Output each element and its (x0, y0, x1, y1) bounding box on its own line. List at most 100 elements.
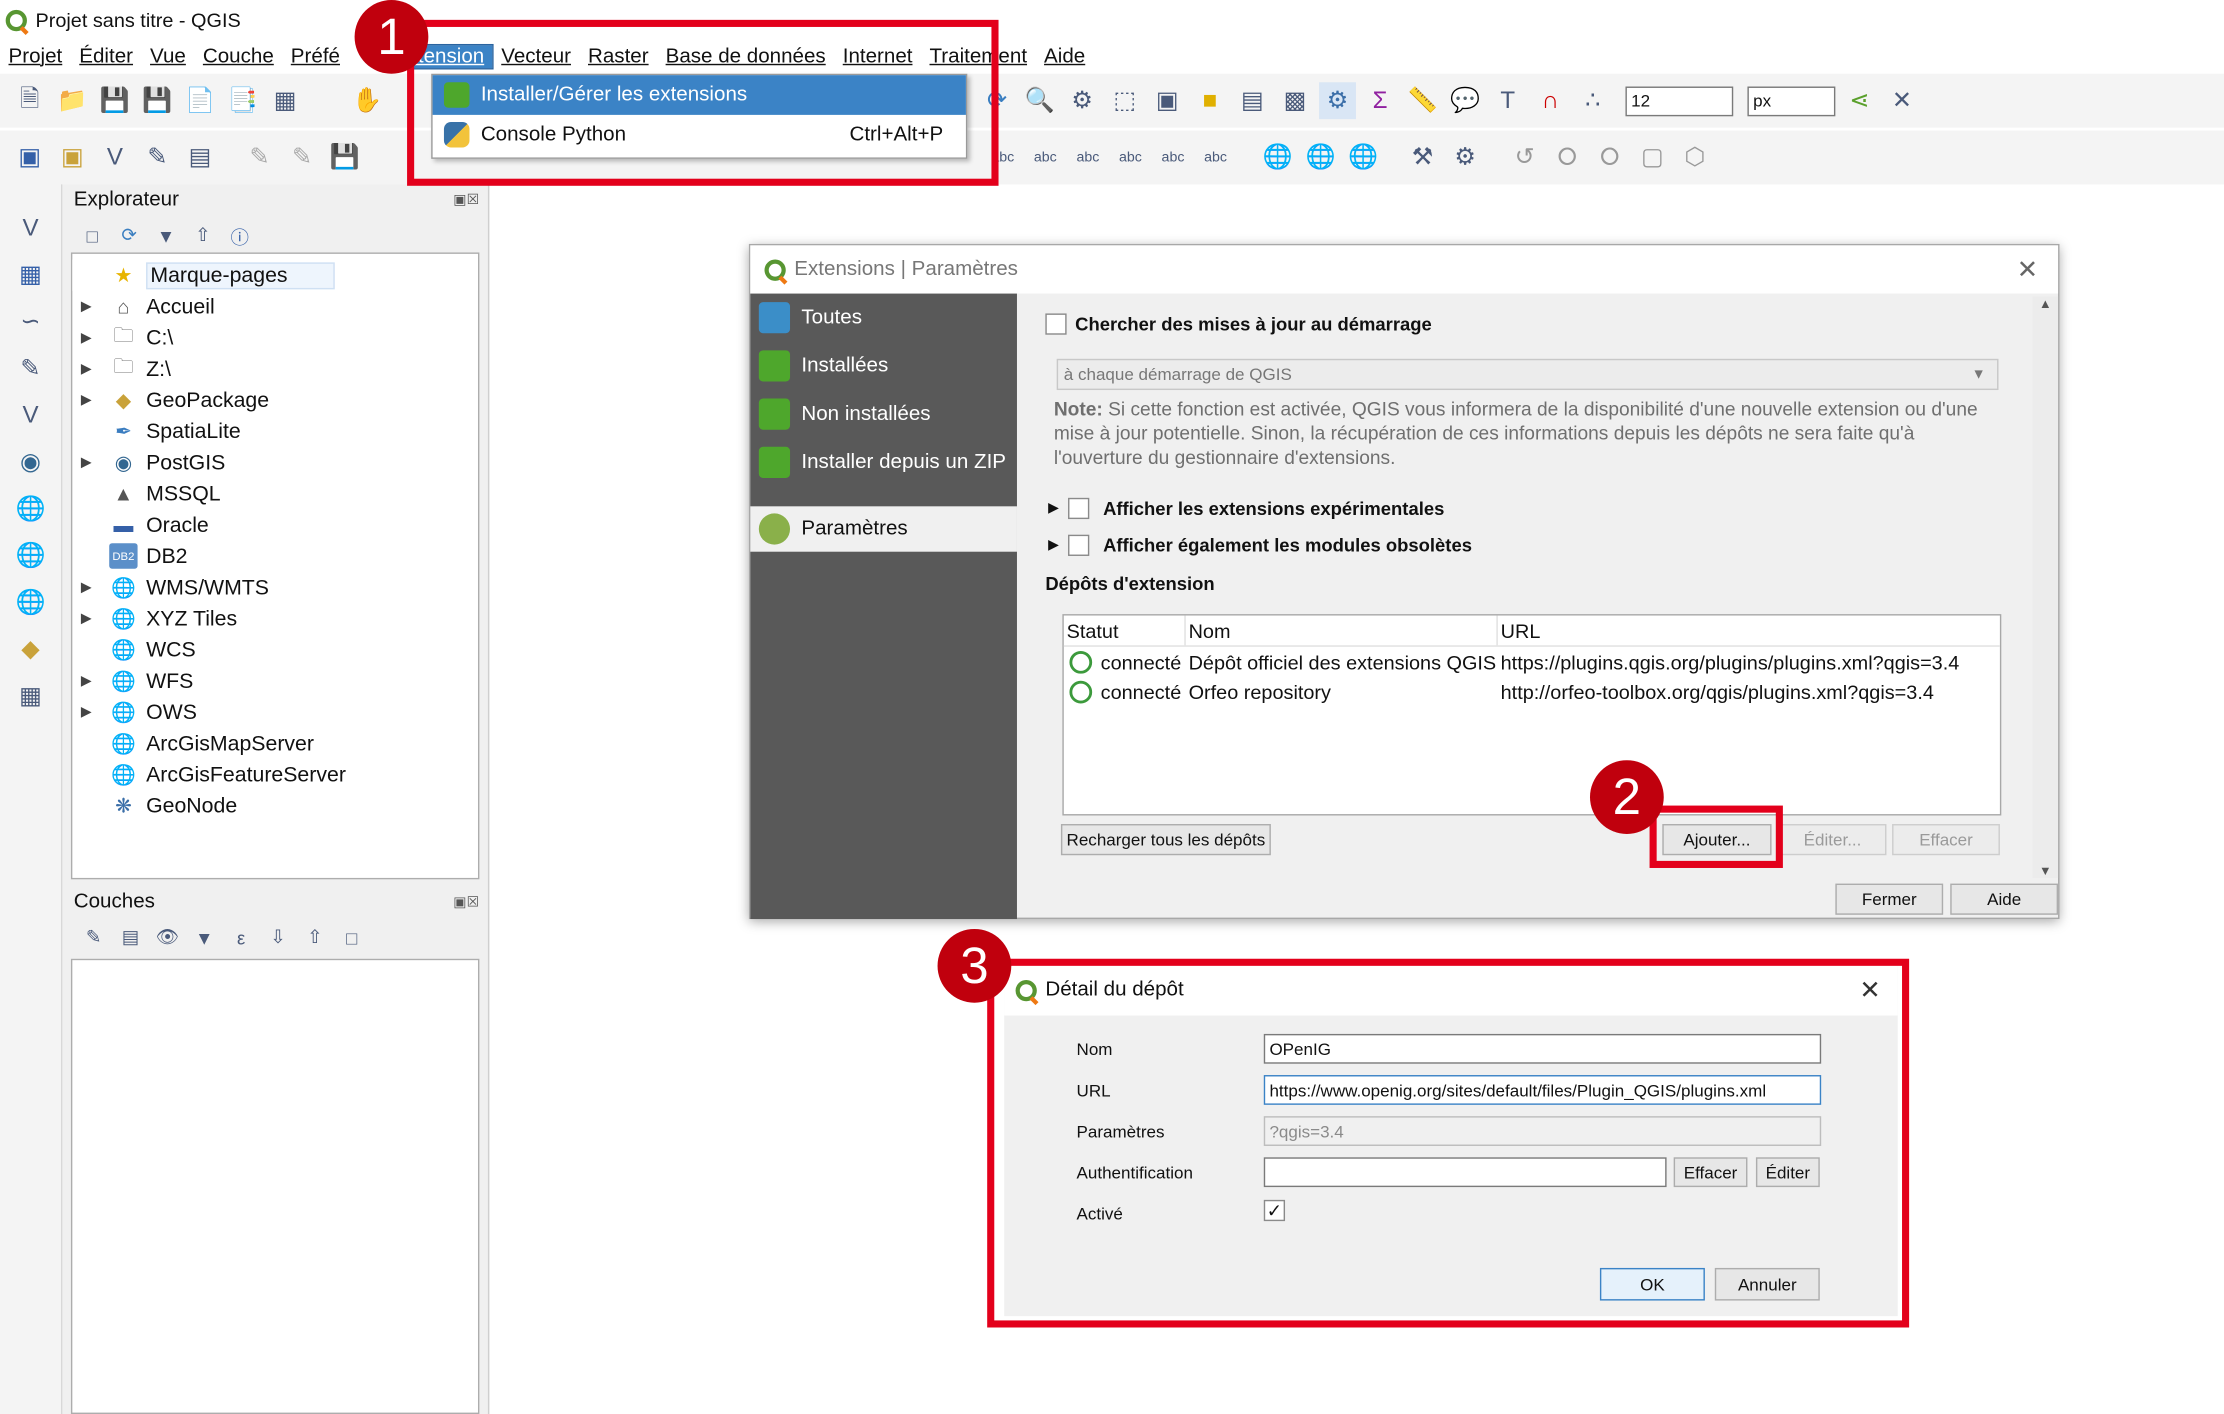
menu-preferences[interactable]: Préfé (282, 45, 348, 68)
sidebar-item-settings[interactable]: Paramètres (750, 506, 1017, 552)
expand-arrow-icon[interactable]: ▶ (81, 392, 101, 408)
expand-arrow-icon[interactable]: ▶ (81, 611, 101, 627)
identify-icon[interactable]: 🔍 (1021, 82, 1058, 119)
label-rotate-icon[interactable]: abc (1155, 139, 1192, 176)
new-layout-icon[interactable]: 📄 (182, 82, 219, 119)
new-vector-icon[interactable]: V (12, 210, 49, 247)
expand-all-icon[interactable]: ⇩ (264, 925, 292, 951)
label-change-icon[interactable]: abc (1197, 139, 1234, 176)
open-project-icon[interactable]: 📁 (54, 82, 91, 119)
add-group-icon[interactable]: ▤ (116, 925, 144, 951)
gpkg-side-icon[interactable]: ◆ (12, 631, 49, 668)
filter-icon[interactable]: ▼ (153, 223, 179, 249)
menu-couche[interactable]: Couche (194, 45, 282, 68)
visibility-icon[interactable]: 👁 (153, 925, 181, 951)
field-calc-icon[interactable]: ▩ (1277, 82, 1314, 119)
expand-arrow-icon[interactable]: ▶ (81, 455, 101, 471)
zoom-select-icon[interactable]: ⚙ (1064, 82, 1101, 119)
tree-item[interactable]: DB2 DB2 (72, 540, 478, 571)
snap-icon[interactable]: ⋖ (1841, 82, 1878, 119)
wfs-side-icon[interactable]: 🌐 (12, 584, 49, 621)
pan-icon[interactable]: ✋ (349, 82, 386, 119)
tree-item[interactable]: ▶ 🗀 Z:\ (72, 353, 478, 384)
expand-arrow-icon[interactable]: ▶ (81, 330, 101, 346)
expand-arrow-icon[interactable]: ▶ (81, 361, 101, 377)
close-button[interactable]: Fermer (1835, 883, 1944, 915)
magnet-icon[interactable]: ∩ (1532, 82, 1569, 119)
add-virtual-icon[interactable]: ✎ (139, 139, 176, 176)
layout-manager-icon[interactable]: 📑 (224, 82, 261, 119)
tree-item[interactable]: ▶ 🌐 WFS (72, 665, 478, 696)
expand-arrow-icon[interactable]: ▶ (1048, 538, 1059, 554)
collapse-icon[interactable]: ⇧ (190, 223, 216, 249)
info-icon[interactable]: ⓘ (227, 223, 253, 249)
select-location-icon[interactable]: ■ (1191, 82, 1228, 119)
menu-vue[interactable]: Vue (142, 45, 195, 68)
measure-icon[interactable]: 📏 (1404, 82, 1441, 119)
postgis-side-icon[interactable]: ◉ (12, 444, 49, 481)
font-size-spinbox[interactable]: 12 (1625, 85, 1734, 116)
new-raster-icon[interactable]: ▦ (12, 257, 49, 294)
sidebar-item-install-zip[interactable]: Installer depuis un ZIP (750, 438, 1017, 486)
expand-arrow-icon[interactable]: ▶ (81, 673, 101, 689)
menu-projet[interactable]: Projet (0, 45, 71, 68)
expand-arrow-icon[interactable]: ▶ (81, 299, 101, 315)
plugin-tool2-icon[interactable]: ⚙ (1447, 139, 1484, 176)
experimental-checkbox[interactable] (1067, 497, 1089, 520)
add-db-icon[interactable]: ▤ (182, 139, 219, 176)
scrollbar[interactable]: ▲ ▼ (2032, 296, 2059, 878)
digitize-tool3-icon[interactable]: ⭘ (1591, 139, 1628, 176)
tree-item[interactable]: ▬ Oracle (72, 509, 478, 540)
label-pin-icon[interactable]: abc (1027, 139, 1064, 176)
tree-item[interactable]: ✒ SpatiaLite (72, 416, 478, 447)
close-icon[interactable]: ✕ (2017, 255, 2038, 285)
globe-tool-icon[interactable]: 🌐 (1260, 139, 1297, 176)
delete-repo-button[interactable]: Effacer (1892, 824, 2000, 856)
add-selected-icon[interactable]: □ (79, 223, 105, 249)
tree-item[interactable]: 🌐 ArcGisFeatureServer (72, 759, 478, 790)
globe-tool3-icon[interactable]: 🌐 (1345, 139, 1382, 176)
sidebar-item-not-installed[interactable]: Non installées (750, 390, 1017, 438)
label-show-icon[interactable]: abc (1069, 139, 1106, 176)
deprecated-checkbox[interactable] (1067, 534, 1089, 556)
label-move-icon[interactable]: abc (1112, 139, 1149, 176)
tree-item[interactable]: ▶ 🌐 XYZ Tiles (72, 603, 478, 634)
explorer-tree[interactable]: ★ Marque-pages ▶ ⌂ Accueil ▶ 🗀 C:\ ▶ 🗀 Z:\ ▶ ◆ GeoPac… (70, 252, 480, 880)
layers-float-close-icon[interactable]: ▣☒ (453, 894, 479, 910)
digitize-tool2-icon[interactable]: ⭘ (1549, 139, 1586, 176)
map-tips-icon[interactable]: 💬 (1447, 82, 1484, 119)
tree-item[interactable]: ▶ 🌐 WMS/WMTS (72, 572, 478, 603)
tree-item[interactable]: ★ Marque-pages (72, 259, 478, 291)
attribute-table-icon[interactable]: ▤ (1234, 82, 1271, 119)
layers-tree[interactable] (70, 958, 480, 1414)
new-virtual-icon[interactable]: V (12, 397, 49, 434)
unit-select[interactable]: px (1747, 85, 1836, 116)
wcs-side-icon[interactable]: 🌐 (12, 538, 49, 575)
expression-icon[interactable]: ε (227, 925, 255, 951)
tree-item[interactable]: ▶ 🗀 C:\ (72, 322, 478, 353)
globe-tool2-icon[interactable]: 🌐 (1302, 139, 1339, 176)
add-raster-icon[interactable]: ▣ (54, 139, 91, 176)
tree-item[interactable]: ▶ ◆ GeoPackage (72, 384, 478, 415)
table-row[interactable]: connecté Dépôt officiel des extensions QG… (1064, 647, 2000, 677)
reload-repos-button[interactable]: Recharger tous les dépôts (1060, 824, 1271, 856)
style-manager-icon[interactable]: ▦ (267, 82, 304, 119)
tree-item[interactable]: 🌐 WCS (72, 634, 478, 665)
style-icon[interactable]: ✎ (79, 925, 107, 951)
statistics-icon[interactable]: Σ (1362, 82, 1399, 119)
cross-icon[interactable]: ✕ (1884, 82, 1921, 119)
expand-arrow-icon[interactable]: ▶ (1048, 501, 1059, 517)
edit-icon[interactable]: ✎ (284, 139, 321, 176)
digitize-tool-icon[interactable]: ↺ (1506, 139, 1543, 176)
add-delimited-icon[interactable]: V (96, 139, 133, 176)
tree-item[interactable]: ▶ ◉ PostGIS (72, 447, 478, 478)
filter-legend-icon[interactable]: ▼ (190, 925, 218, 951)
tree-item[interactable]: ▲ MSSQL (72, 478, 478, 509)
new-project-icon[interactable]: 🗎 (11, 82, 48, 119)
save-project-icon[interactable]: 💾 (96, 82, 133, 119)
digitize-tool4-icon[interactable]: ▢ (1634, 139, 1671, 176)
tree-item[interactable]: ❋ GeoNode (72, 790, 478, 821)
collapse-all-icon[interactable]: ⇧ (301, 925, 329, 951)
toolbox-icon[interactable]: ⚙ (1319, 82, 1356, 120)
digitize-tool5-icon[interactable]: ⬡ (1677, 139, 1714, 176)
